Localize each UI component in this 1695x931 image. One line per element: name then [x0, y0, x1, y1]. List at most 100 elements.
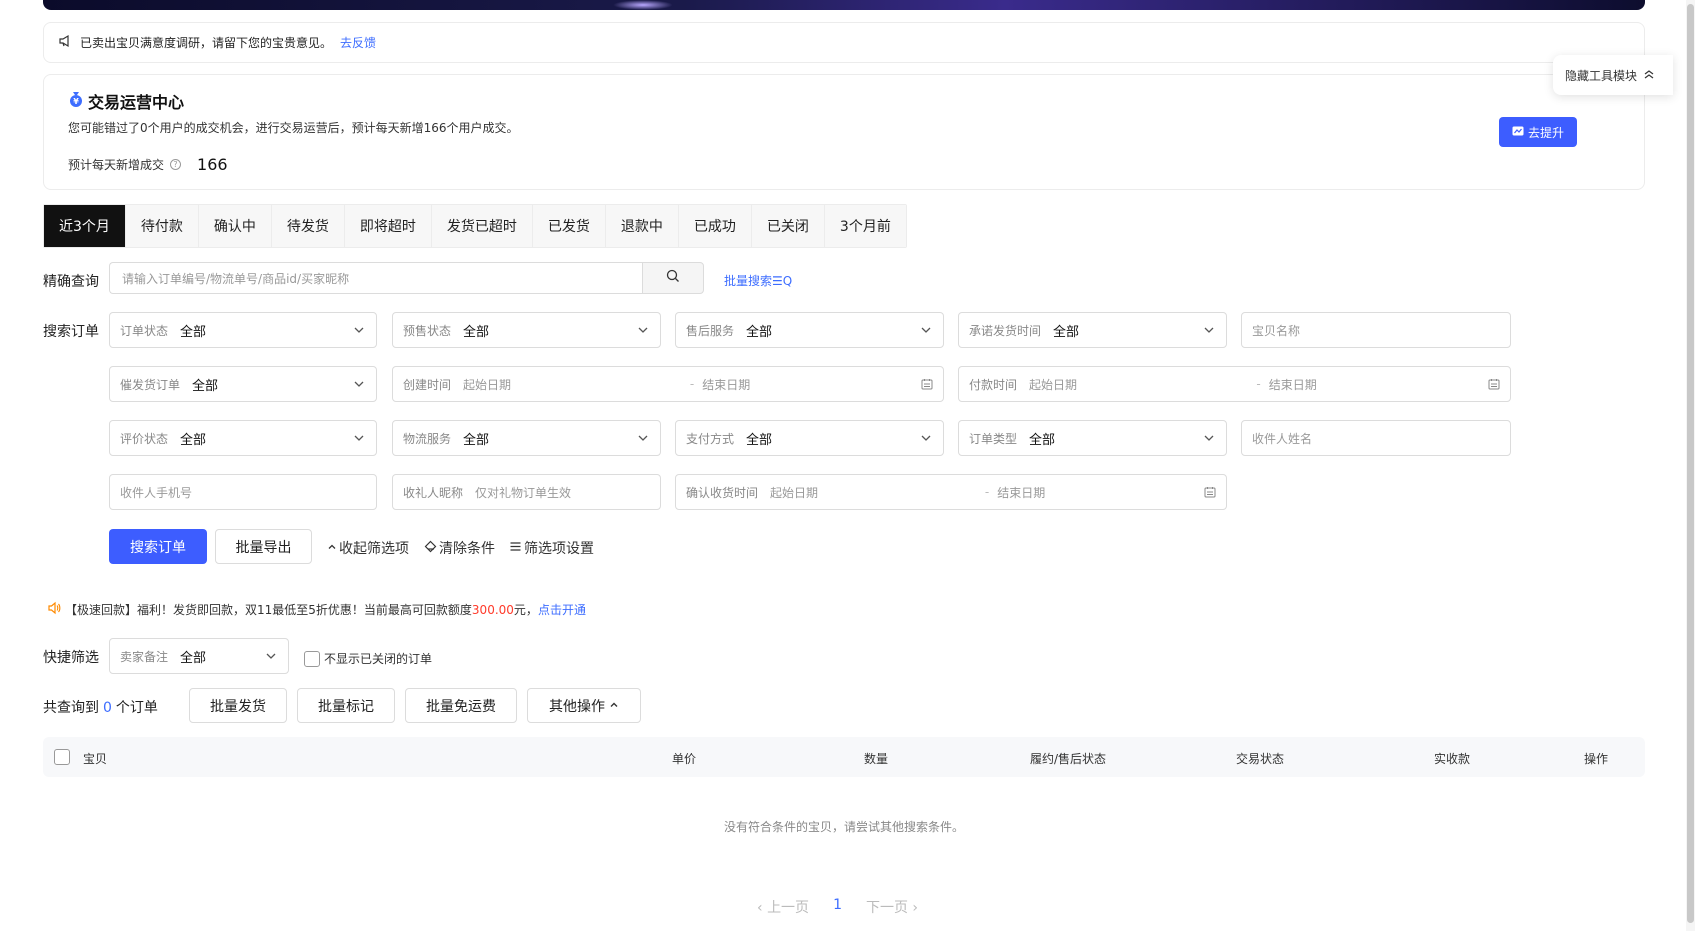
batch-free-shipping-button[interactable]: 批量免运费 — [405, 688, 517, 723]
tab-confirming[interactable]: 确认中 — [198, 205, 272, 247]
hide-tools-toggle[interactable]: 隐藏工具模块 — [1553, 55, 1673, 95]
pay-time-end[interactable]: 结束日期 — [1269, 376, 1488, 393]
confirm-time-end[interactable]: 结束日期 — [997, 484, 1204, 501]
receiver-name-input[interactable]: 收件人姓名 — [1241, 420, 1511, 456]
list-icon — [509, 540, 522, 557]
gift-nick-placeholder: 仅对礼物订单生效 — [475, 485, 572, 500]
receiver-phone-input[interactable]: 收件人手机号 — [109, 474, 377, 510]
receiver-name-placeholder: 收件人姓名 — [1252, 431, 1313, 446]
pay-method-value: 全部 — [746, 432, 773, 448]
scrollbar-thumb[interactable] — [1687, 4, 1694, 923]
tab-pending-payment[interactable]: 待付款 — [125, 205, 199, 247]
after-sale-label: 售后服务 — [686, 323, 735, 338]
logistics-select[interactable]: 物流服务 全部 — [392, 420, 661, 456]
range-separator: - — [984, 485, 990, 499]
order-type-select[interactable]: 订单类型 全部 — [958, 420, 1227, 456]
current-page[interactable]: 1 — [833, 897, 842, 917]
tab-before-3-months[interactable]: 3个月前 — [824, 205, 906, 247]
select-all-checkbox[interactable] — [54, 749, 70, 765]
create-time-label: 创建时间 — [403, 377, 452, 392]
gift-nick-input[interactable]: 收礼人昵称 仅对礼物订单生效 — [392, 474, 661, 510]
hide-closed-label: 不显示已关闭的订单 — [324, 652, 433, 666]
col-item: 宝贝 — [83, 752, 108, 766]
after-sale-select[interactable]: 售后服务 全部 — [675, 312, 944, 348]
pagination: ‹ 上一页 1 下一页 › — [757, 897, 918, 917]
item-name-input[interactable]: 宝贝名称 — [1241, 312, 1511, 348]
tab-refunding[interactable]: 退款中 — [605, 205, 679, 247]
fast-payback-promo: 【极速回款】福利！发货即回款，双11最低至5折优惠！当前最高可回款额度 300.0… — [47, 601, 586, 618]
feedback-link[interactable]: 去反馈 — [340, 34, 376, 51]
col-actions: 操作 — [1584, 752, 1609, 766]
next-page[interactable]: 下一页 › — [866, 897, 918, 917]
clear-conditions[interactable]: 清除条件 — [424, 538, 495, 558]
tab-about-to-timeout[interactable]: 即将超时 — [344, 205, 432, 247]
range-separator: - — [1256, 377, 1261, 391]
pay-method-select[interactable]: 支付方式 全部 — [675, 420, 944, 456]
batch-mark-button[interactable]: 批量标记 — [297, 688, 395, 723]
collapse-filters-label: 收起筛选项 — [339, 541, 409, 557]
chevron-down-icon — [1204, 435, 1214, 441]
tab-ship-timeout[interactable]: 发货已超时 — [431, 205, 533, 247]
scrollbar[interactable] — [1686, 0, 1695, 931]
create-time-start[interactable]: 起始日期 — [463, 376, 682, 393]
prev-page[interactable]: ‹ 上一页 — [757, 897, 809, 917]
calendar-icon — [1488, 379, 1500, 390]
tab-pending-shipment[interactable]: 待发货 — [271, 205, 345, 247]
exact-query-label: 精确查询 — [43, 274, 99, 290]
promised-ship-select[interactable]: 承诺发货时间 全部 — [958, 312, 1227, 348]
chevron-up-double-icon — [1643, 68, 1655, 83]
top-banner — [43, 0, 1645, 10]
hide-closed-orders[interactable]: 不显示已关闭的订单 — [304, 650, 432, 667]
other-ops-dropdown[interactable]: 其他操作 — [527, 688, 641, 723]
pay-time-range[interactable]: 付款时间 起始日期 - 结束日期 — [958, 366, 1511, 402]
batch-export-button[interactable]: 批量导出 — [215, 529, 312, 564]
order-type-value: 全部 — [1029, 432, 1056, 448]
calendar-icon — [921, 379, 933, 390]
chevron-up-icon — [327, 540, 337, 556]
activate-link[interactable]: 点击开通 — [538, 601, 586, 618]
chevron-down-icon — [1204, 327, 1214, 333]
batch-ship-button[interactable]: 批量发货 — [189, 688, 287, 723]
order-status-label: 订单状态 — [120, 323, 169, 338]
chevron-down-icon — [638, 435, 648, 441]
review-status-label: 评价状态 — [120, 431, 169, 446]
hide-closed-checkbox[interactable] — [304, 650, 320, 667]
filter-settings[interactable]: 筛选项设置 — [509, 538, 594, 558]
chart-icon — [1512, 125, 1524, 140]
result-count-value: 0 — [103, 700, 112, 716]
eraser-icon — [424, 540, 437, 557]
batch-search-link[interactable]: 批量搜索☰Q — [724, 272, 792, 289]
collapse-filters[interactable]: 收起筛选项 — [327, 538, 409, 558]
result-suffix: 个订单 — [115, 700, 158, 716]
confirm-time-label: 确认收货时间 — [686, 485, 759, 500]
chevron-down-icon — [921, 327, 931, 333]
seller-remark-value: 全部 — [180, 650, 207, 666]
exact-query-input[interactable]: 请输入订单编号/物流单号/商品id/买家昵称 — [109, 262, 643, 294]
create-time-end[interactable]: 结束日期 — [702, 376, 921, 393]
hide-tools-label: 隐藏工具模块 — [1565, 68, 1638, 83]
tab-succeeded[interactable]: 已成功 — [678, 205, 752, 247]
tab-closed[interactable]: 已关闭 — [751, 205, 825, 247]
review-status-value: 全部 — [180, 432, 207, 448]
boost-button[interactable]: 去提升 — [1499, 117, 1577, 147]
create-time-range[interactable]: 创建时间 起始日期 - 结束日期 — [392, 366, 944, 402]
search-icon — [666, 269, 680, 287]
ops-title-text: 交易运营中心 — [88, 93, 185, 112]
pay-time-start[interactable]: 起始日期 — [1029, 376, 1248, 393]
metric-label: 预计每天新增成交 — [68, 158, 165, 172]
urge-ship-value: 全部 — [192, 378, 219, 394]
confirm-time-start[interactable]: 起始日期 — [770, 484, 977, 501]
tab-recent-3-months[interactable]: 近3个月 — [44, 205, 126, 247]
tab-shipped[interactable]: 已发货 — [532, 205, 606, 247]
svg-text:¥: ¥ — [73, 97, 79, 106]
money-bag-icon: ¥ — [68, 90, 84, 112]
urge-ship-select[interactable]: 催发货订单 全部 — [109, 366, 377, 402]
order-status-select[interactable]: 订单状态 全部 — [109, 312, 377, 348]
review-status-select[interactable]: 评价状态 全部 — [109, 420, 377, 456]
presale-status-select[interactable]: 预售状态 全部 — [392, 312, 661, 348]
seller-remark-select[interactable]: 卖家备注 全部 — [109, 638, 289, 674]
confirm-time-range[interactable]: 确认收货时间 起始日期 - 结束日期 — [675, 474, 1227, 510]
help-icon[interactable]: ? — [170, 159, 182, 170]
search-orders-button[interactable]: 搜索订单 — [109, 529, 207, 564]
search-button[interactable] — [642, 262, 704, 294]
